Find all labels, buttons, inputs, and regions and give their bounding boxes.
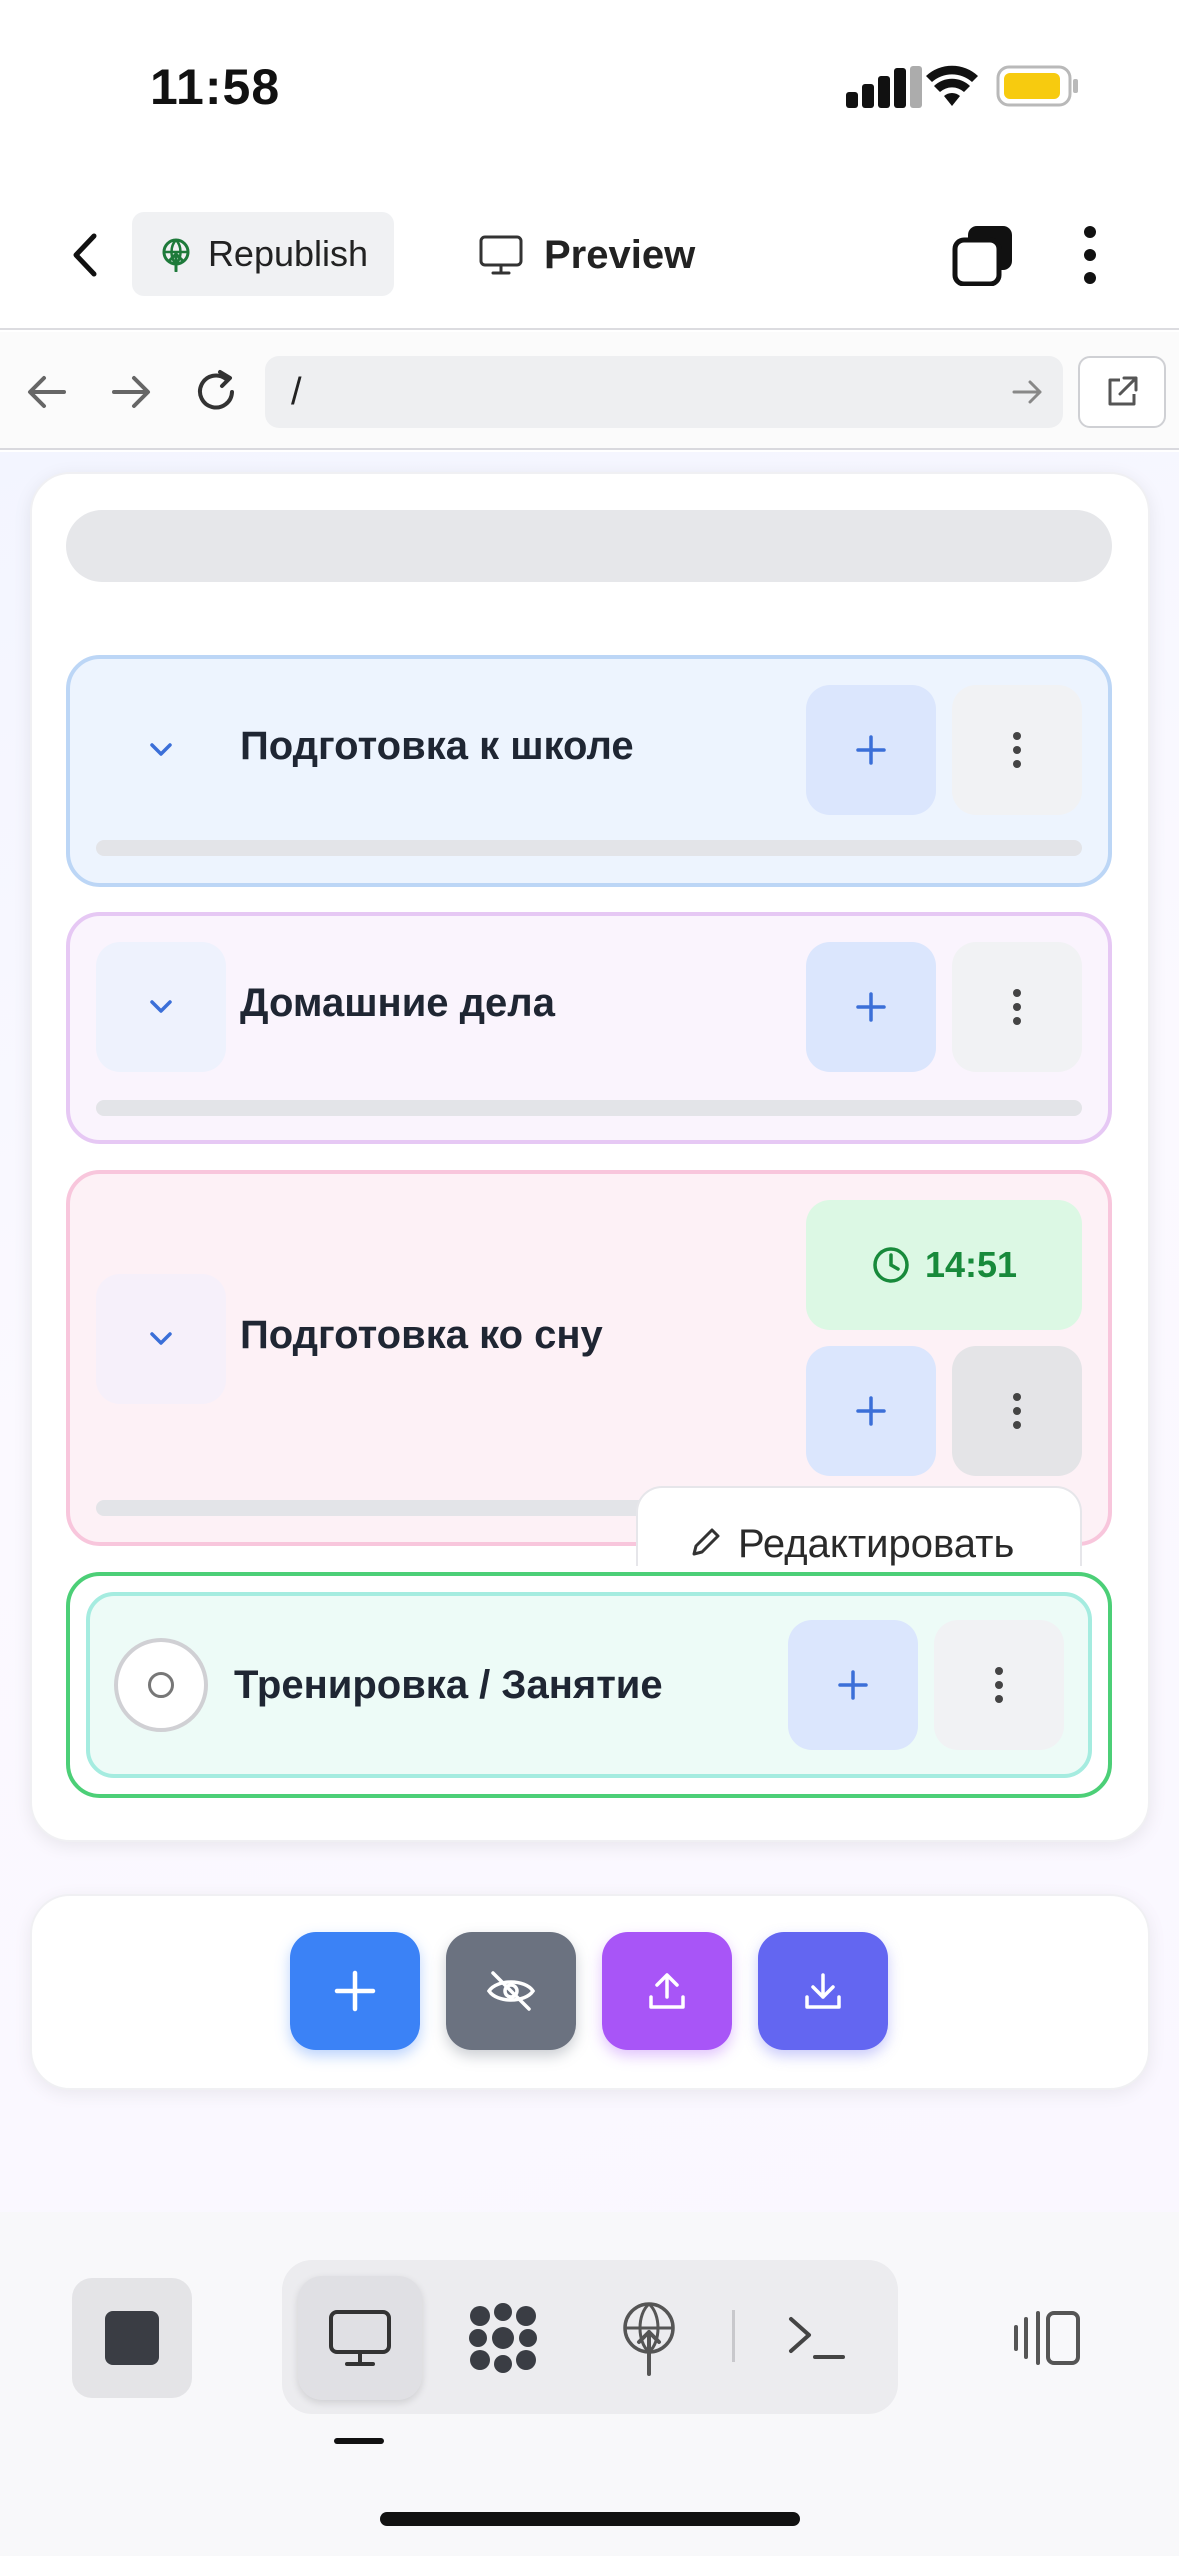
more-menu-icon[interactable] bbox=[1070, 222, 1110, 288]
browser-back-icon[interactable] bbox=[22, 370, 72, 414]
task-menu-button[interactable] bbox=[952, 1346, 1082, 1476]
expand-toggle[interactable] bbox=[96, 1274, 226, 1404]
plus-icon bbox=[856, 1396, 886, 1426]
battery-icon bbox=[996, 64, 1080, 108]
globe-upload-icon bbox=[162, 238, 190, 272]
task-progress-bar bbox=[96, 1100, 1082, 1116]
clock-icon bbox=[873, 1247, 909, 1283]
pencil-icon bbox=[692, 1528, 720, 1556]
task-checkbox[interactable] bbox=[114, 1638, 208, 1732]
home-indicator bbox=[380, 2512, 800, 2526]
monitor-icon bbox=[315, 2293, 405, 2383]
stop-icon bbox=[105, 2311, 159, 2365]
task-title: Подготовка к школе bbox=[240, 724, 634, 768]
export-button[interactable] bbox=[602, 1932, 732, 2050]
upload-icon bbox=[649, 1973, 685, 2009]
open-external-button[interactable] bbox=[1078, 356, 1166, 428]
browser-forward-icon[interactable] bbox=[106, 370, 156, 414]
plus-icon bbox=[334, 1970, 376, 2012]
task-menu-dropdown: Редактировать bbox=[636, 1486, 1082, 1566]
go-arrow-icon[interactable] bbox=[1008, 376, 1048, 408]
add-subtask-button[interactable] bbox=[806, 685, 936, 815]
plus-icon bbox=[856, 735, 886, 765]
radio-dot-icon bbox=[148, 1672, 174, 1698]
add-task-button[interactable] bbox=[290, 1932, 420, 2050]
cellular-signal-icon bbox=[846, 66, 924, 108]
task-progress-bar bbox=[96, 840, 1082, 856]
import-button[interactable] bbox=[758, 1932, 888, 2050]
external-link-icon bbox=[1108, 376, 1138, 406]
task-menu-button[interactable] bbox=[952, 942, 1082, 1072]
add-subtask-button[interactable] bbox=[788, 1620, 918, 1750]
toolbar-divider bbox=[732, 2310, 735, 2362]
expand-toggle[interactable] bbox=[96, 685, 226, 815]
toggle-hidden-button[interactable] bbox=[446, 1932, 576, 2050]
vertical-dots-icon bbox=[1013, 1393, 1021, 1429]
chevron-down-icon bbox=[150, 1332, 172, 1345]
task-menu-button[interactable] bbox=[952, 685, 1082, 815]
task-title: Домашние дела bbox=[240, 981, 555, 1025]
stop-button[interactable] bbox=[72, 2278, 192, 2398]
republish-button[interactable]: Republish bbox=[132, 212, 394, 296]
eye-off-icon bbox=[486, 1971, 536, 2011]
download-icon bbox=[805, 1973, 841, 2009]
vertical-dots-icon bbox=[1013, 732, 1021, 768]
add-subtask-button[interactable] bbox=[806, 942, 936, 1072]
chevron-down-icon bbox=[150, 1000, 172, 1013]
url-text: / bbox=[291, 370, 302, 413]
reload-icon[interactable] bbox=[190, 366, 242, 418]
preview-button[interactable]: Preview bbox=[478, 222, 695, 288]
task-title: Подготовка ко сну bbox=[240, 1313, 603, 1357]
chevron-down-icon bbox=[150, 743, 172, 756]
republish-label: Republish bbox=[207, 233, 369, 274]
timer-badge: 14:51 bbox=[806, 1200, 1082, 1330]
wifi-icon bbox=[926, 64, 978, 108]
vertical-dots-icon bbox=[995, 1667, 1003, 1703]
tabs-switcher-icon[interactable] bbox=[952, 224, 1014, 287]
monitor-icon bbox=[479, 235, 523, 275]
loading-placeholder bbox=[66, 510, 1112, 582]
active-tab-indicator bbox=[334, 2438, 384, 2444]
terminal-icon[interactable] bbox=[772, 2293, 862, 2383]
vertical-dots-icon bbox=[1013, 989, 1021, 1025]
integrations-icon[interactable] bbox=[458, 2293, 548, 2383]
expand-toggle[interactable] bbox=[96, 942, 226, 1072]
task-progress-bar bbox=[96, 1500, 656, 1516]
preview-label: Preview bbox=[544, 232, 696, 277]
url-input[interactable]: / bbox=[265, 356, 1063, 428]
globe-publish-icon[interactable] bbox=[604, 2293, 694, 2383]
menu-item-edit[interactable]: Редактировать bbox=[738, 1522, 1014, 1566]
actions-card bbox=[30, 1894, 1150, 2090]
task-menu-button[interactable] bbox=[934, 1620, 1064, 1750]
plus-icon bbox=[856, 992, 886, 1022]
plus-icon bbox=[838, 1670, 868, 1700]
back-button[interactable] bbox=[56, 222, 116, 288]
panel-layout-icon[interactable] bbox=[1002, 2293, 1092, 2383]
task-title: Тренировка / Занятие bbox=[234, 1663, 663, 1707]
add-subtask-button[interactable] bbox=[806, 1346, 936, 1476]
status-time: 11:58 bbox=[150, 59, 281, 115]
timer-value: 14:51 bbox=[924, 1244, 1018, 1285]
